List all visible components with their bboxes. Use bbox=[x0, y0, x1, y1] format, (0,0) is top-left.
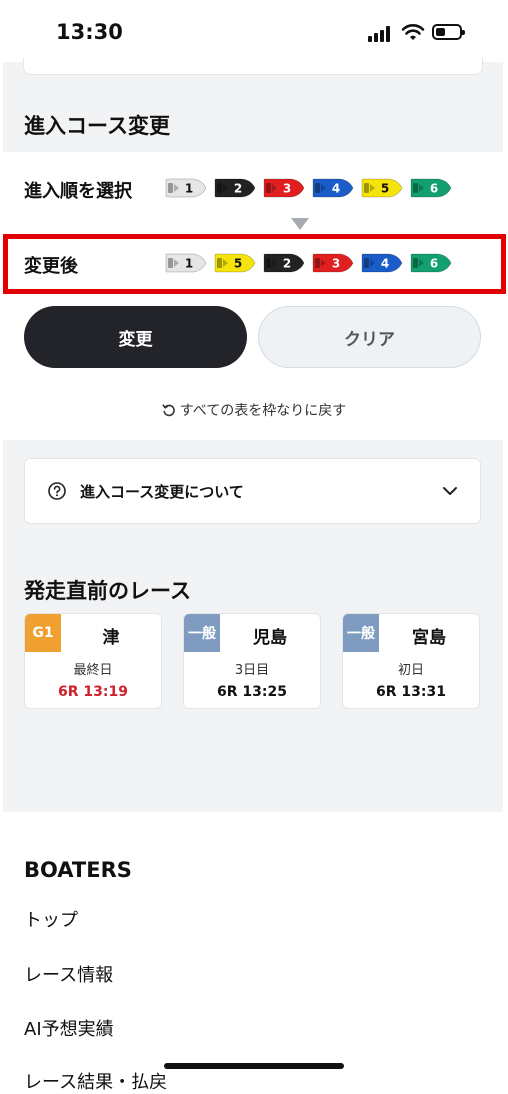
boat-icon[interactable]: 5 bbox=[361, 177, 403, 199]
section-title: 進入コース変更 bbox=[24, 114, 170, 138]
race-venue: 津 bbox=[102, 628, 120, 648]
race-card[interactable]: 一般 宮島 初日 6R 13:31 bbox=[342, 613, 480, 709]
wifi-icon bbox=[401, 24, 425, 40]
grade-badge: 一般 bbox=[343, 614, 379, 652]
race-card[interactable]: 一般 児島 3日目 6R 13:25 bbox=[183, 613, 321, 709]
grade-badge: 一般 bbox=[184, 614, 220, 652]
boat-number: 4 bbox=[332, 182, 340, 196]
footer-link-top[interactable]: トップ bbox=[24, 906, 78, 932]
arrow-down-icon bbox=[291, 218, 309, 230]
reset-all-label: すべての表を枠なりに戻す bbox=[179, 403, 347, 419]
chevron-down-icon bbox=[443, 487, 457, 495]
boat-icon[interactable]: 3 bbox=[263, 177, 305, 199]
status-time: 13:30 bbox=[56, 20, 123, 44]
race-venue: 宮島 bbox=[412, 628, 446, 648]
boat-icon[interactable]: 2 bbox=[214, 177, 256, 199]
boat-number: 2 bbox=[234, 182, 242, 196]
footer-link-race-results[interactable]: レース結果・払戻 bbox=[24, 1068, 167, 1094]
change-button[interactable]: 変更 bbox=[24, 306, 247, 368]
race-day: 3日目 bbox=[234, 663, 270, 678]
boat-number: 5 bbox=[381, 182, 389, 196]
race-time: 6R 13:31 bbox=[376, 684, 446, 700]
race-venue: 児島 bbox=[253, 628, 287, 648]
footer-link-ai-results[interactable]: AI予想実績 bbox=[24, 1015, 114, 1041]
race-time: 6R 13:25 bbox=[217, 684, 287, 700]
home-indicator bbox=[164, 1063, 344, 1069]
boat-icon[interactable]: 4 bbox=[312, 177, 354, 199]
race-time: 6R 13:19 bbox=[58, 684, 128, 700]
race-day: 初日 bbox=[397, 663, 424, 678]
footer-link-race-info[interactable]: レース情報 bbox=[24, 961, 113, 987]
status-bar: 13:30 bbox=[0, 0, 508, 62]
boat-number: 6 bbox=[430, 182, 438, 196]
race-day: 最終日 bbox=[73, 663, 113, 678]
cellular-signal-icon bbox=[368, 26, 394, 42]
footer-brand: BOATERS bbox=[24, 858, 132, 882]
reset-icon bbox=[162, 404, 175, 417]
select-order-label: 進入順を選択 bbox=[24, 181, 132, 202]
upcoming-races-title: 発走直前のレース bbox=[24, 579, 191, 603]
boat-number: 3 bbox=[283, 182, 291, 196]
previous-card bbox=[23, 58, 483, 75]
reset-all-link[interactable]: すべての表を枠なりに戻す bbox=[0, 400, 508, 421]
grade-badge: G1 bbox=[25, 614, 61, 652]
question-icon bbox=[48, 482, 66, 500]
boat-number: 1 bbox=[185, 182, 193, 196]
race-card[interactable]: G1 津 最終日 6R 13:19 bbox=[24, 613, 162, 709]
clear-button[interactable]: クリア bbox=[258, 306, 481, 368]
boat-icon[interactable]: 6 bbox=[410, 177, 452, 199]
boat-icon[interactable]: 1 bbox=[165, 177, 207, 199]
faq-accordion[interactable]: 進入コース変更について bbox=[24, 458, 481, 524]
highlight-frame bbox=[3, 234, 506, 294]
battery-icon bbox=[432, 24, 465, 40]
faq-label: 進入コース変更について bbox=[80, 483, 244, 501]
